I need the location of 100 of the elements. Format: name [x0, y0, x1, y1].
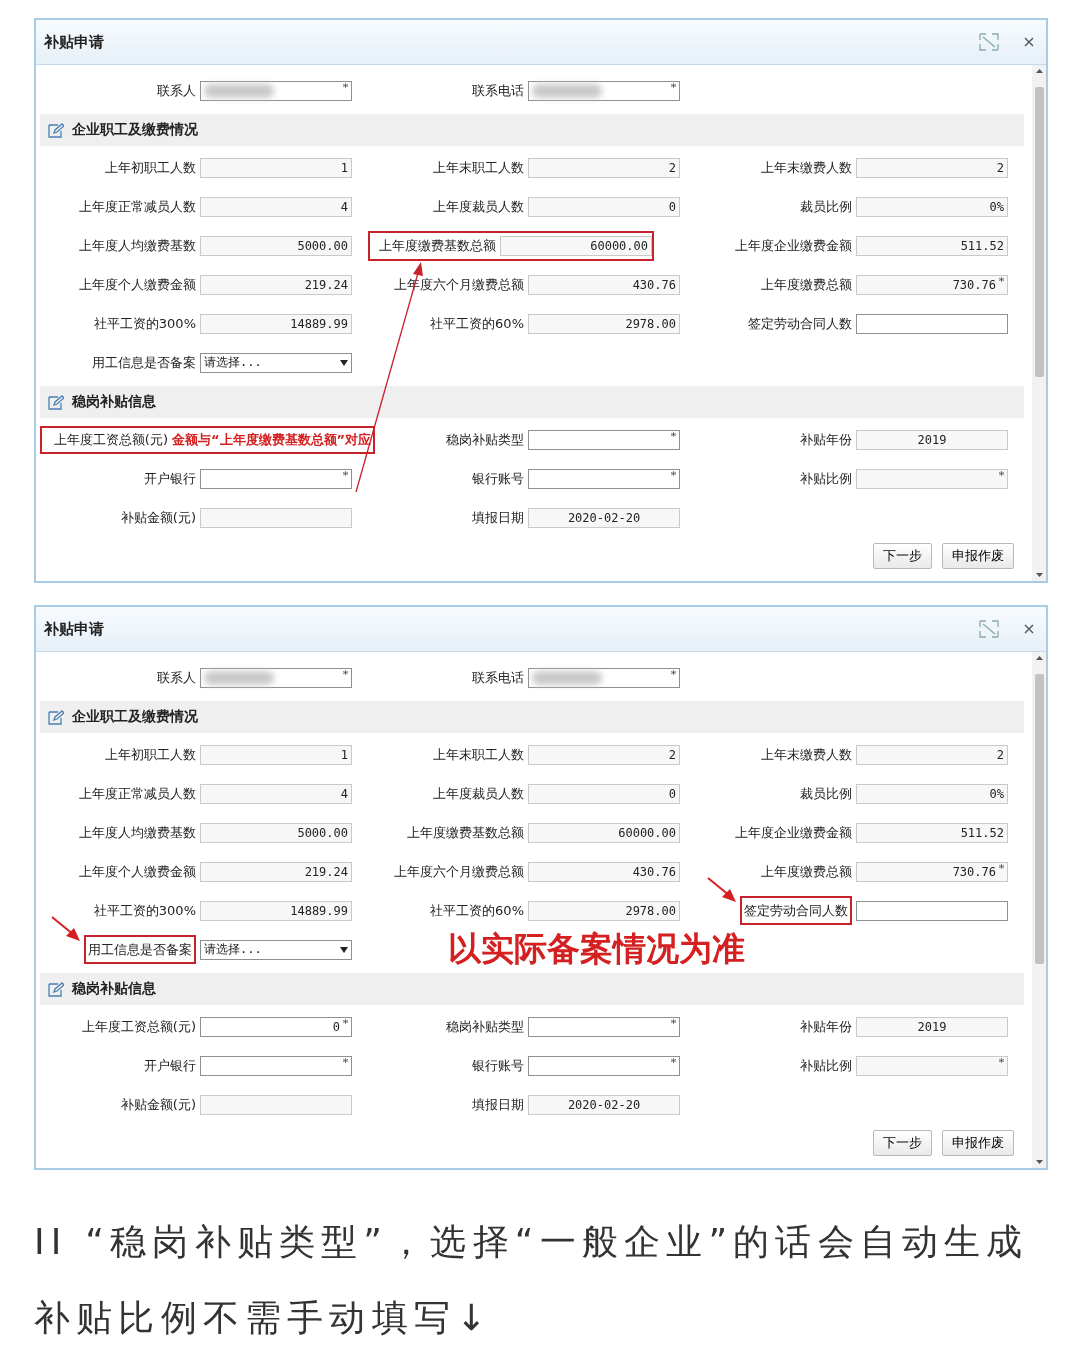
input-field[interactable]: 5000.00: [200, 822, 352, 843]
input-field[interactable]: 1: [200, 157, 352, 178]
required-mark-icon: [343, 1018, 348, 1024]
window-title: 补贴申请: [44, 32, 104, 52]
input-field[interactable]: [200, 1094, 352, 1115]
required-mark-icon: [343, 669, 348, 675]
scroll-down-icon[interactable]: [1035, 573, 1043, 577]
field-label: 上年初职工人数: [105, 746, 196, 762]
dialog-button[interactable]: 下一步: [873, 1130, 932, 1156]
input-field[interactable]: 430.76: [528, 861, 680, 882]
maximize-icon[interactable]: [978, 619, 1000, 639]
required-mark-icon: [671, 431, 676, 437]
field-label: 社平工资的300%: [93, 315, 196, 331]
field-label: 上年末缴费人数: [761, 159, 852, 175]
field-label: 用工信息是否备案: [92, 354, 196, 370]
input-field[interactable]: [528, 667, 680, 688]
field-label: 补贴比例: [800, 470, 852, 486]
input-field[interactable]: 2978.00: [528, 900, 680, 921]
field-label: 上年度人均缴费基数: [79, 824, 196, 840]
input-field[interactable]: 1: [200, 744, 352, 765]
field-label: 填报日期: [472, 1096, 524, 1112]
scrollbar[interactable]: [1032, 652, 1046, 1168]
required-mark-icon: [343, 82, 348, 88]
dialog-button[interactable]: 申报作废: [942, 543, 1014, 569]
field-label: 开户银行: [144, 1057, 196, 1073]
required-mark-icon: [671, 470, 676, 476]
input-field[interactable]: [200, 667, 352, 688]
input-field[interactable]: 5000.00: [200, 235, 352, 256]
input-field[interactable]: 219.24: [200, 861, 352, 882]
field-label: 上年度人均缴费基数: [79, 237, 196, 253]
input-field[interactable]: [528, 1016, 680, 1037]
input-field[interactable]: 60000.00: [528, 822, 680, 843]
input-field[interactable]: [856, 900, 1008, 921]
input-field[interactable]: 2: [528, 744, 680, 765]
input-field[interactable]: 0: [528, 196, 680, 217]
input-field[interactable]: 0%: [856, 196, 1008, 217]
annotation-text: 金额与“上年度缴费基数总额”对应: [172, 430, 373, 449]
maximize-icon[interactable]: [978, 32, 1000, 52]
required-mark-icon: [671, 1057, 676, 1063]
field-label: 联系电话: [471, 81, 525, 100]
field-label: 上年度个人缴费金额: [79, 276, 196, 292]
input-field[interactable]: 0: [528, 783, 680, 804]
field-label: 联系人: [156, 668, 197, 687]
input-field[interactable]: 4: [200, 783, 352, 804]
input-field[interactable]: [200, 468, 352, 489]
input-field[interactable]: 511.52: [856, 235, 1008, 256]
input-field[interactable]: [528, 429, 680, 450]
input-field[interactable]: 2020-02-20: [528, 507, 680, 528]
input-field[interactable]: 730.76: [856, 274, 1008, 295]
dialog-button[interactable]: 申报作废: [942, 1130, 1014, 1156]
input-field[interactable]: [528, 468, 680, 489]
dropdown-field[interactable]: 请选择...: [200, 352, 352, 373]
close-icon[interactable]: [1024, 37, 1034, 47]
field-label: 上年末职工人数: [433, 746, 524, 762]
input-field[interactable]: [856, 313, 1008, 334]
required-mark-icon: [999, 276, 1004, 282]
input-field[interactable]: 4: [200, 196, 352, 217]
field-label: 上年度裁员人数: [433, 785, 524, 801]
input-field[interactable]: 430.76: [528, 274, 680, 295]
input-field[interactable]: 14889.99: [200, 900, 352, 921]
input-field[interactable]: [856, 468, 1008, 489]
field-label: 裁员比例: [800, 785, 852, 801]
scroll-down-icon[interactable]: [1035, 1160, 1043, 1164]
input-field[interactable]: 2020-02-20: [528, 1094, 680, 1115]
input-field[interactable]: 0%: [856, 783, 1008, 804]
input-field[interactable]: 2019: [856, 429, 1008, 450]
input-field[interactable]: 2: [856, 744, 1008, 765]
field-label: 填报日期: [472, 509, 524, 525]
input-field[interactable]: [200, 507, 352, 528]
input-field[interactable]: [200, 80, 352, 101]
scrollbar[interactable]: [1032, 65, 1046, 581]
scroll-up-icon[interactable]: [1035, 656, 1043, 660]
dropdown-field[interactable]: 请选择...: [200, 939, 352, 960]
input-field[interactable]: [528, 1055, 680, 1076]
input-field[interactable]: [856, 1055, 1008, 1076]
input-field[interactable]: [200, 1055, 352, 1076]
input-field[interactable]: [528, 80, 680, 101]
input-field[interactable]: 2019: [856, 1016, 1008, 1037]
field-label: 上年度企业缴费金额: [735, 824, 852, 840]
annotation-text: 以实际备案情况为准: [448, 928, 745, 970]
input-field[interactable]: 60000.00: [500, 235, 652, 256]
section-title: 稳岗补贴信息: [72, 393, 156, 411]
input-field[interactable]: 2: [528, 157, 680, 178]
field-label: 上年初职工人数: [105, 159, 196, 175]
field-label: 补贴金额(元): [120, 1096, 196, 1112]
field-label: 上年度正常减员人数: [79, 198, 196, 214]
input-field[interactable]: 14889.99: [200, 313, 352, 334]
close-icon[interactable]: [1024, 624, 1034, 634]
dialog-button[interactable]: 下一步: [873, 543, 932, 569]
input-field[interactable]: 511.52: [856, 822, 1008, 843]
edit-icon: [48, 709, 64, 725]
input-field[interactable]: 219.24: [200, 274, 352, 295]
input-field[interactable]: 2978.00: [528, 313, 680, 334]
input-field[interactable]: 2: [856, 157, 1008, 178]
caption-text: II “稳岗补贴类型”，选择“一般企业”的话会自动生成补贴比例不需手动填写↓: [34, 1220, 1030, 1340]
input-field[interactable]: 0: [200, 1016, 352, 1037]
scroll-up-icon[interactable]: [1035, 69, 1043, 73]
section-title: 企业职工及缴费情况: [72, 121, 198, 139]
section-title: 企业职工及缴费情况: [72, 708, 198, 726]
input-field[interactable]: 730.76: [856, 861, 1008, 882]
